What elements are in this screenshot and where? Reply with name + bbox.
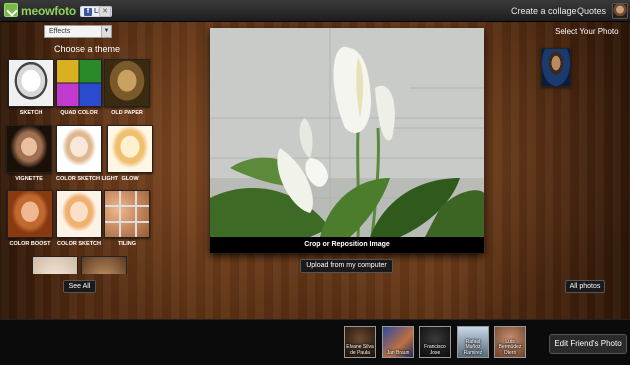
logo-text[interactable]: meowfoto <box>21 4 76 18</box>
effects-dropdown[interactable]: Effects ▼ <box>44 25 112 38</box>
quotes-link[interactable]: Quotes <box>577 6 606 16</box>
theme-vignette[interactable]: VIGNETTE <box>6 125 52 182</box>
meowfoto-logo-icon[interactable] <box>4 3 18 17</box>
theme-old-paper[interactable]: OLD PAPER <box>104 59 150 116</box>
theme-label: TILING <box>117 241 137 247</box>
see-all-button[interactable]: See All <box>63 280 96 293</box>
crop-reposition-bar[interactable]: Crop or Reposition Image <box>210 237 484 253</box>
friend-thumbnail[interactable]: Elvane Silva de Paula <box>344 326 376 358</box>
theme-partial-1[interactable] <box>32 256 78 274</box>
theme-label: VIGNETTE <box>15 176 43 182</box>
all-photos-button[interactable]: All photos <box>565 280 605 293</box>
friend-name: Rafael Muñoz Ramirez <box>463 338 483 356</box>
theme-color-boost[interactable]: COLOR BOOST <box>7 190 53 247</box>
theme-label: COLOR SKETCH <box>57 241 101 247</box>
theme-label: COLOR BOOST <box>9 241 51 247</box>
main-photo[interactable] <box>210 28 484 237</box>
theme-partial-2[interactable] <box>81 256 127 274</box>
friend-name: Luis Bermúdez Otero <box>498 338 522 356</box>
user-photo-thumbnail[interactable] <box>541 48 571 87</box>
friends-bar: Elvane Silva de Paula Jan Braun Francisc… <box>0 319 630 365</box>
theme-thumbnail[interactable] <box>107 125 153 173</box>
friend-name: Jan Braun <box>386 349 410 356</box>
theme-thumbnail[interactable] <box>6 125 52 173</box>
edit-friends-photo-button[interactable]: Edit Friend's Photo <box>549 334 627 354</box>
friend-name: Francisco Jose <box>424 344 446 356</box>
user-avatar[interactable] <box>612 3 628 19</box>
theme-thumbnail[interactable] <box>81 256 127 274</box>
peace-lily-image <box>210 28 484 237</box>
facebook-icon: f <box>84 7 92 16</box>
friend-name: Elvane Silva de Paula <box>346 344 374 356</box>
share-icon[interactable]: ✕ <box>99 6 111 17</box>
theme-label: QUAD COLOR <box>60 110 98 116</box>
friend-thumbnail[interactable]: Rafael Muñoz Ramirez <box>457 326 489 358</box>
theme-thumbnail[interactable] <box>56 59 102 107</box>
theme-label: COLOR SKETCH LIGHT <box>56 176 119 182</box>
friend-thumbnail[interactable]: Jan Braun <box>382 326 414 358</box>
create-collage-link[interactable]: Create a collage <box>511 6 577 16</box>
friend-thumbnail[interactable]: Francisco Jose <box>419 326 451 358</box>
theme-quad-color[interactable]: QUAD COLOR <box>56 59 102 116</box>
effects-dropdown-value: Effects <box>49 28 71 35</box>
theme-color-sketch[interactable]: COLOR SKETCH <box>56 190 102 247</box>
theme-label: SKETCH <box>19 110 43 116</box>
chevron-down-icon[interactable]: ▼ <box>101 26 111 37</box>
theme-thumbnail[interactable] <box>7 190 53 238</box>
theme-thumbnail[interactable] <box>8 59 54 107</box>
theme-thumbnail[interactable] <box>32 256 78 274</box>
theme-label: OLD PAPER <box>111 110 143 116</box>
theme-thumbnail[interactable] <box>104 190 150 238</box>
select-photo-title: Select Your Photo <box>555 27 619 36</box>
theme-thumbnail[interactable] <box>56 190 102 238</box>
friend-thumbnail[interactable]: Luis Bermúdez Otero <box>494 326 526 358</box>
theme-sketch[interactable]: SKETCH <box>8 59 54 116</box>
upload-from-computer-button[interactable]: Upload from my computer <box>300 259 393 273</box>
theme-thumbnail[interactable] <box>104 59 150 107</box>
theme-color-sketch-light[interactable]: COLOR SKETCH LIGHT <box>56 125 119 182</box>
theme-label: GLOW <box>121 176 139 182</box>
theme-glow[interactable]: GLOW <box>107 125 153 182</box>
photo-editor[interactable]: Crop or Reposition Image <box>210 28 484 253</box>
theme-tiling[interactable]: TILING <box>104 190 150 247</box>
top-bar: meowfoto f Like ✕ Create a collage Quote… <box>0 0 630 22</box>
theme-thumbnail[interactable] <box>56 125 102 173</box>
choose-theme-title: Choose a theme <box>54 44 121 54</box>
